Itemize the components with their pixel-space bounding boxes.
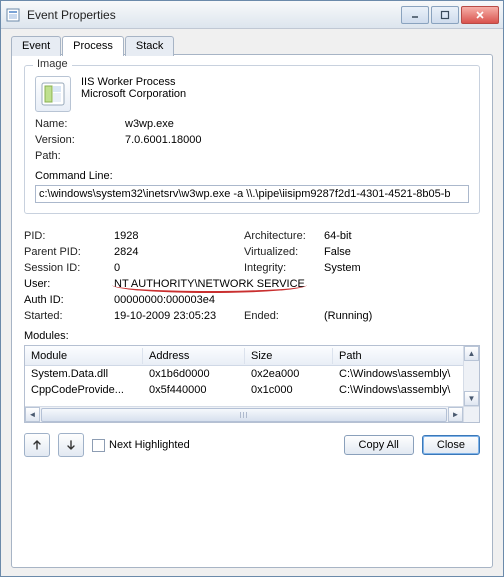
col-address[interactable]: Address — [143, 348, 245, 364]
modules-list[interactable]: Module Address Size Path System.Data.dll… — [24, 345, 480, 423]
cell-size: 0x1c000 — [245, 382, 333, 398]
path-value — [125, 150, 469, 162]
arch-value: 64-bit — [324, 230, 480, 242]
bottom-bar: Next Highlighted Copy All Close — [24, 423, 480, 457]
copy-all-button[interactable]: Copy All — [344, 435, 414, 455]
minimize-button[interactable] — [401, 6, 429, 24]
version-value: 7.0.6001.18000 — [125, 134, 469, 146]
scroll-down-button[interactable]: ▼ — [464, 391, 479, 406]
process-grid: PID: 1928 Architecture: 64-bit Parent PI… — [24, 230, 480, 274]
col-module[interactable]: Module — [25, 348, 143, 364]
process-time-grid: Started: 19-10-2009 23:05:23 Ended: (Run… — [24, 310, 480, 322]
close-window-button[interactable] — [461, 6, 499, 24]
cell-path: C:\Windows\assembly\ — [333, 382, 463, 398]
cell-size: 0x2ea000 — [245, 366, 333, 382]
scroll-up-button[interactable]: ▲ — [464, 346, 479, 361]
image-legend: Image — [33, 58, 72, 70]
authid-label: Auth ID: — [24, 294, 114, 306]
cell-address: 0x5f440000 — [143, 382, 245, 398]
modules-label: Modules: — [24, 330, 480, 342]
next-highlighted-check[interactable]: Next Highlighted — [92, 439, 190, 452]
sid-value: 0 — [114, 262, 244, 274]
version-label: Version: — [35, 134, 125, 146]
close-button[interactable]: Close — [422, 435, 480, 455]
window-title: Event Properties — [27, 8, 401, 22]
arch-label: Architecture: — [244, 230, 324, 242]
col-path[interactable]: Path — [333, 348, 479, 364]
checkbox-icon — [92, 439, 105, 452]
cmdline-label: Command Line: — [35, 170, 469, 182]
cell-address: 0x1b6d0000 — [143, 366, 245, 382]
modules-body: System.Data.dll 0x1b6d0000 0x2ea000 C:\W… — [25, 366, 463, 406]
ppid-label: Parent PID: — [24, 246, 114, 258]
modules-header[interactable]: Module Address Size Path — [25, 346, 479, 366]
cell-path: C:\Windows\assembly\ — [333, 366, 463, 382]
image-company: Microsoft Corporation — [81, 88, 186, 100]
vertical-scrollbar[interactable]: ▲ ▼ — [463, 346, 479, 406]
app-icon — [5, 7, 21, 23]
next-event-button[interactable] — [58, 433, 84, 457]
name-label: Name: — [35, 118, 125, 130]
virt-value: False — [324, 246, 480, 258]
exe-icon — [35, 76, 71, 112]
titlebar[interactable]: Event Properties — [1, 1, 503, 29]
sid-label: Session ID: — [24, 262, 114, 274]
cmdline-input[interactable] — [35, 185, 469, 203]
window-frame: Event Properties Event Process Stack Ima… — [0, 0, 504, 577]
horizontal-scrollbar[interactable]: ◄ ► — [25, 406, 463, 422]
table-row[interactable]: CppCodeProvide... 0x5f440000 0x1c000 C:\… — [25, 382, 463, 398]
scroll-corner — [463, 406, 479, 422]
integ-value: System — [324, 262, 480, 274]
user-value: NT AUTHORITY\NETWORK SERVICE — [114, 278, 480, 290]
started-value: 19-10-2009 23:05:23 — [114, 310, 244, 322]
prev-event-button[interactable] — [24, 433, 50, 457]
pid-label: PID: — [24, 230, 114, 242]
user-label: User: — [24, 278, 114, 290]
pid-value: 1928 — [114, 230, 244, 242]
tab-page-process: Image IIS Worker Process Microsoft Corpo… — [11, 54, 493, 568]
cell-module: System.Data.dll — [25, 366, 143, 382]
image-product-name: IIS Worker Process — [81, 76, 186, 88]
user-value-text: NT AUTHORITY\NETWORK SERVICE — [114, 278, 305, 290]
cell-module: CppCodeProvide... — [25, 382, 143, 398]
scroll-right-button[interactable]: ► — [448, 407, 463, 422]
tab-strip: Event Process Stack — [11, 35, 493, 55]
ended-label: Ended: — [244, 310, 324, 322]
ppid-value: 2824 — [114, 246, 244, 258]
integ-label: Integrity: — [244, 262, 324, 274]
next-highlighted-label: Next Highlighted — [109, 439, 190, 451]
ended-value: (Running) — [324, 310, 480, 322]
tab-stack[interactable]: Stack — [125, 36, 175, 56]
table-row[interactable]: System.Data.dll 0x1b6d0000 0x2ea000 C:\W… — [25, 366, 463, 382]
client-area: Event Process Stack Image IIS Worker Pro… — [1, 29, 503, 576]
col-size[interactable]: Size — [245, 348, 333, 364]
scroll-left-button[interactable]: ◄ — [25, 407, 40, 422]
name-value: w3wp.exe — [125, 118, 469, 130]
image-groupbox: Image IIS Worker Process Microsoft Corpo… — [24, 65, 480, 214]
authid-value: 00000000:000003e4 — [114, 294, 480, 306]
image-meta: IIS Worker Process Microsoft Corporation — [81, 76, 186, 100]
maximize-button[interactable] — [431, 6, 459, 24]
virt-label: Virtualized: — [244, 246, 324, 258]
path-label: Path: — [35, 150, 125, 162]
tab-process[interactable]: Process — [62, 36, 124, 56]
scroll-thumb[interactable] — [41, 408, 447, 422]
tab-event[interactable]: Event — [11, 36, 61, 56]
started-label: Started: — [24, 310, 114, 322]
window-controls — [401, 6, 499, 24]
process-user-grid: User: NT AUTHORITY\NETWORK SERVICE Auth … — [24, 278, 480, 306]
